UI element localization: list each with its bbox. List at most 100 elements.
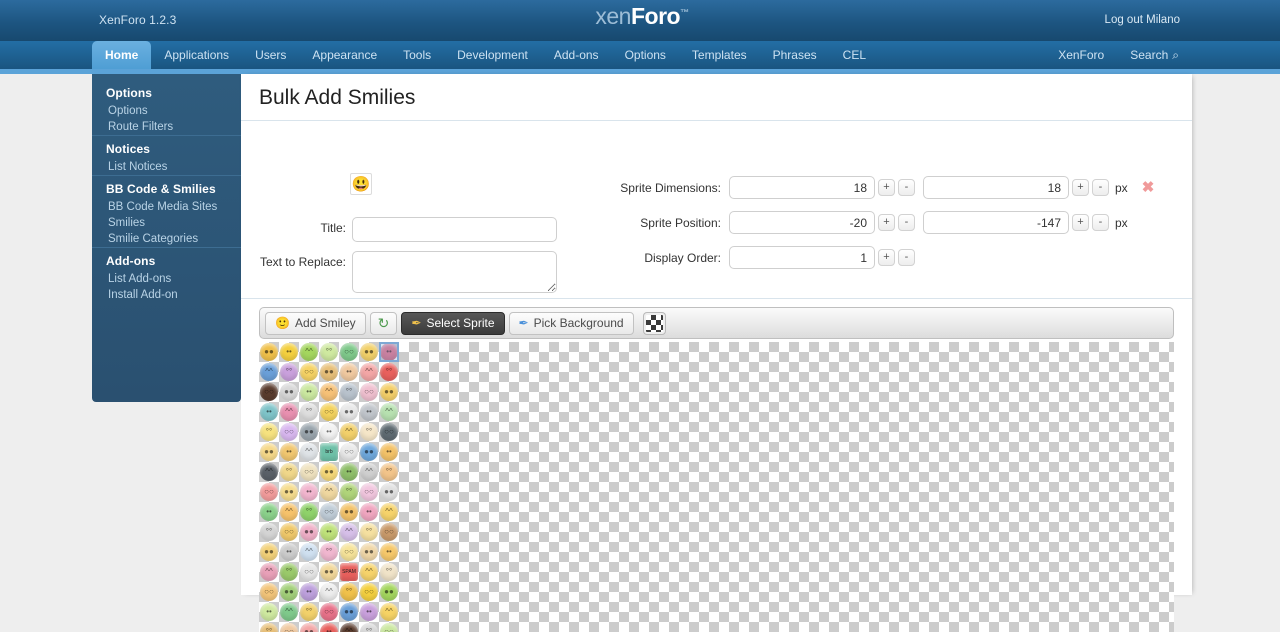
sprite-cell[interactable]: ○○ <box>379 522 399 542</box>
sprite-cell[interactable]: •• <box>339 462 359 482</box>
sprite-cell[interactable]: ^^ <box>279 602 299 622</box>
sprite-height-increment[interactable]: + <box>1072 179 1089 196</box>
sprite-cell[interactable]: ○○ <box>339 342 359 362</box>
sprite-cell[interactable]: ^^ <box>299 442 319 462</box>
nav-item-users[interactable]: Users <box>242 41 299 69</box>
sprite-cell[interactable]: °° <box>359 622 379 632</box>
sprite-cell[interactable]: ●● <box>279 382 299 402</box>
sprite-cell[interactable]: ^^ <box>379 502 399 522</box>
sprite-cell[interactable]: ●● <box>379 482 399 502</box>
sprite-cell[interactable]: °° <box>279 362 299 382</box>
sprite-cell[interactable]: ●● <box>259 442 279 462</box>
sprite-cell[interactable]: ^^ <box>359 362 379 382</box>
sprite-cell[interactable]: °° <box>339 582 359 602</box>
sprite-cell[interactable]: ●● <box>359 442 379 462</box>
sprite-height-decrement[interactable]: - <box>1092 179 1109 196</box>
sprite-cell[interactable]: ●● <box>339 602 359 622</box>
sprite-cell[interactable]: ○○ <box>379 622 399 632</box>
sprite-cell[interactable]: ●● <box>339 502 359 522</box>
sprite-cell[interactable]: SPAM <box>339 562 359 582</box>
sprite-cell[interactable]: ○○ <box>279 622 299 632</box>
title-input[interactable] <box>352 217 557 242</box>
sprite-cell[interactable]: ^^ <box>319 482 339 502</box>
sidebar-item-install-add-on[interactable]: Install Add-on <box>92 287 241 303</box>
sprite-cell[interactable]: ○○ <box>339 542 359 562</box>
sidebar-item-list-add-ons[interactable]: List Add-ons <box>92 271 241 287</box>
sprite-cell[interactable]: •• <box>299 582 319 602</box>
sprite-sheet-canvas[interactable]: ●● •• ^^ °° ○○ ●● •• ^^ °° ○○ ●● •• ^^ °° ○○ ●● •• ^^ °° ○○… <box>259 342 1174 632</box>
nav-item-search[interactable]: Search ⌕ <box>1117 41 1192 69</box>
sprite-cell[interactable]: ●● <box>379 582 399 602</box>
nav-item-development[interactable]: Development <box>444 41 541 69</box>
display-order-decrement[interactable]: - <box>898 249 915 266</box>
sprite-cell[interactable]: ^^ <box>259 562 279 582</box>
sprite-position-x-increment[interactable]: + <box>878 214 895 231</box>
sprite-cell[interactable]: ○○ <box>279 522 299 542</box>
sidebar-item-smilies[interactable]: Smilies <box>92 215 241 231</box>
sprite-cell[interactable]: °° <box>319 542 339 562</box>
sprite-cell[interactable]: ○○ <box>359 382 379 402</box>
sprite-cell[interactable]: ^^ <box>339 522 359 542</box>
sprite-cell[interactable]: ●● <box>319 562 339 582</box>
sprite-cell[interactable]: ●● <box>339 402 359 422</box>
refresh-button[interactable]: ↻ <box>369 311 398 335</box>
sprite-cell[interactable]: °° <box>379 362 399 382</box>
sprite-cell[interactable]: °° <box>259 522 279 542</box>
sprite-cell[interactable]: ^^ <box>299 342 319 362</box>
sprite-cell[interactable]: ^^ <box>279 402 299 422</box>
sprite-cell[interactable]: ^^ <box>319 582 339 602</box>
sprite-height-input[interactable] <box>923 176 1069 199</box>
nav-item-applications[interactable]: Applications <box>151 41 242 69</box>
sprite-cell[interactable]: •• <box>319 522 339 542</box>
nav-item-cel[interactable]: CEL <box>830 41 879 69</box>
sprite-position-x-decrement[interactable]: - <box>898 214 915 231</box>
sprite-cell[interactable]: ○○ <box>259 382 279 402</box>
sprite-position-y-increment[interactable]: + <box>1072 214 1089 231</box>
sprite-cell[interactable]: ○○ <box>259 582 279 602</box>
sprite-cell[interactable]: ○○ <box>359 482 379 502</box>
sprite-cell[interactable]: ●● <box>279 482 299 502</box>
sprite-cell[interactable]: •• <box>279 542 299 562</box>
sidebar-item-smilie-categories[interactable]: Smilie Categories <box>92 231 241 247</box>
sprite-cell[interactable]: °° <box>339 482 359 502</box>
sprite-cell[interactable]: °° <box>259 422 279 442</box>
sprite-cell[interactable]: °° <box>379 462 399 482</box>
sprite-cell[interactable]: •• <box>259 602 279 622</box>
sidebar-item-options[interactable]: Options <box>92 103 241 119</box>
nav-item-home[interactable]: Home <box>92 41 152 69</box>
nav-item-templates[interactable]: Templates <box>679 41 760 69</box>
sprite-cell[interactable]: ○○ <box>299 562 319 582</box>
sprite-cell[interactable]: •• <box>259 402 279 422</box>
sprite-cell[interactable]: °° <box>319 342 339 362</box>
sprite-cell[interactable]: °° <box>359 422 379 442</box>
sprite-cell[interactable]: °° <box>279 462 299 482</box>
sprite-cell[interactable]: ○○ <box>319 402 339 422</box>
sprite-cell[interactable]: ○○ <box>279 422 299 442</box>
sprite-cell[interactable]: °° <box>359 522 379 542</box>
sprite-cell[interactable]: °° <box>259 622 279 632</box>
sprite-cell[interactable]: ^^ <box>259 362 279 382</box>
sprite-cell[interactable]: •• <box>319 622 339 632</box>
sprite-cell[interactable]: ○○ <box>299 362 319 382</box>
sprite-cell[interactable]: ●● <box>379 382 399 402</box>
sprite-cell[interactable]: ○○ <box>259 482 279 502</box>
sprite-cell[interactable]: ○○ <box>299 462 319 482</box>
sprite-cell[interactable]: •• <box>379 442 399 462</box>
sprite-cell[interactable]: ^^ <box>359 462 379 482</box>
sidebar-item-bb-code-media-sites[interactable]: BB Code Media Sites <box>92 199 241 215</box>
sprite-cell[interactable]: ^^ <box>259 462 279 482</box>
sprite-width-input[interactable] <box>729 176 875 199</box>
sidebar-item-route-filters[interactable]: Route Filters <box>92 119 241 135</box>
sprite-cell[interactable]: °° <box>339 382 359 402</box>
sprite-position-y-input[interactable] <box>923 211 1069 234</box>
sprite-cell[interactable]: •• <box>379 542 399 562</box>
nav-item-appearance[interactable]: Appearance <box>299 41 390 69</box>
sprite-cell[interactable]: ●● <box>299 422 319 442</box>
nav-item-tools[interactable]: Tools <box>390 41 444 69</box>
sprite-cell[interactable]: •• <box>359 502 379 522</box>
sprite-cell[interactable]: °° <box>279 562 299 582</box>
sprite-cell[interactable]: ^^ <box>319 382 339 402</box>
sprite-position-x-input[interactable] <box>729 211 875 234</box>
sprite-cell[interactable]: ●● <box>319 462 339 482</box>
text-to-replace-textarea[interactable] <box>352 251 557 293</box>
